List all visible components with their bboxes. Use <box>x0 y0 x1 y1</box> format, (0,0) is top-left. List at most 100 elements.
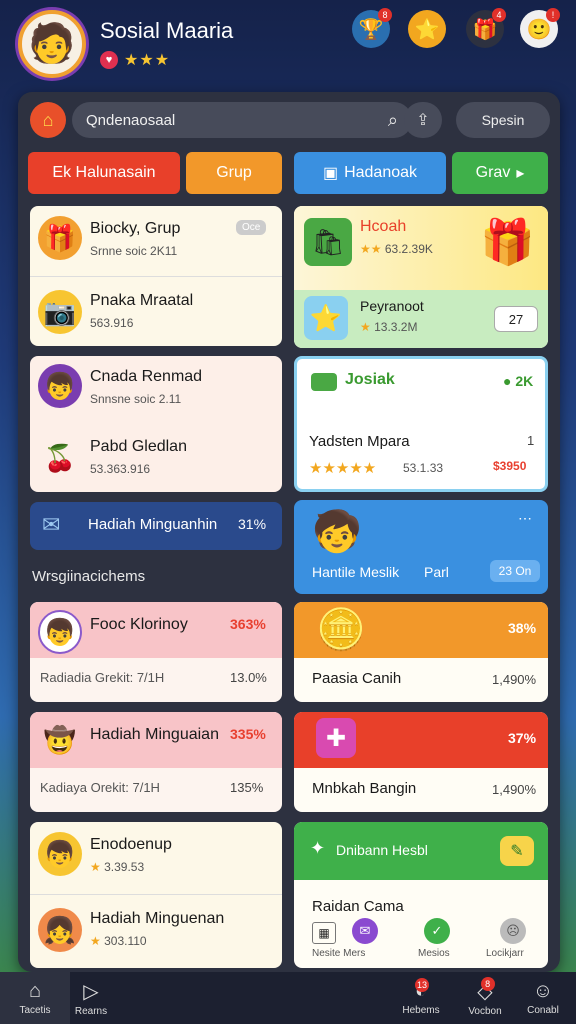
group-icon: ◐13 <box>415 978 430 1003</box>
card-subtitle: Parl <box>424 564 449 580</box>
mascot-card[interactable]: 🧒 ⋯ Hantile Meslik Parl 23 On <box>294 500 548 594</box>
notification-badge: 4 <box>492 8 506 22</box>
card-title: Peyranoot <box>360 298 424 314</box>
activity-card[interactable]: ✦ Dnibann Hesbl ✎ Raidan Cama ▦ ✉ ✓ ☹ Ne… <box>294 822 548 968</box>
home-icon[interactable]: ⌂ <box>30 102 66 138</box>
sparkle-icon: ✦ <box>310 838 326 858</box>
card-subtitle: ★ 13.3.2M <box>360 320 418 334</box>
card-title: Mnbkah Bangin <box>312 780 417 797</box>
ticket-icon <box>311 373 337 391</box>
rating-stars: ★★★ <box>124 52 171 69</box>
percentage: 38% <box>508 620 537 636</box>
notification-badge: 13 <box>415 978 430 992</box>
bottom-nav: ⌂ Tacetis ▷ Rearns ◐13 Hebems ◇8 Vocbon … <box>0 972 576 1024</box>
trophy-icon[interactable]: 🏆 8 <box>352 8 392 48</box>
rating-stars: ★★★★★ <box>309 460 377 477</box>
reward-card[interactable]: 🪙 38% Paasia Canih 1,490% <box>294 602 548 702</box>
divider <box>30 894 282 895</box>
card-value: 1 <box>527 433 535 448</box>
gold-icon: 🪙 <box>316 608 366 652</box>
notification-badge: ! <box>546 8 560 22</box>
card-title: Pnaka Mraatal <box>90 292 194 309</box>
card-subtitle: Srnne soic 2K11 <box>90 244 178 258</box>
treasure-chest-icon: 🎁 <box>480 218 535 267</box>
icon-label: Mesios <box>418 948 450 959</box>
tab-grup[interactable]: Grup <box>186 152 282 194</box>
search-icon[interactable]: ⌕ <box>388 110 398 131</box>
card-subtitle-text: 303.110 <box>104 934 147 948</box>
percentage: 37% <box>508 730 537 746</box>
check-icon[interactable]: ✓ <box>424 918 450 944</box>
bag-icon: ◇ 8 <box>477 977 495 1003</box>
tab-grav[interactable]: Grav ▸ <box>452 152 548 194</box>
cowboy-avatar: 🤠 <box>38 718 82 762</box>
leader-card[interactable]: 🤠 Hadiah Minguaian 335% Kadiaya Orekit: … <box>30 712 282 812</box>
cherry-icon: 🍒 <box>38 436 82 480</box>
group-card[interactable]: 🎁 Biocky, Grup Srnne soic 2K11 Oce 📷 Pna… <box>30 206 282 346</box>
weekly-gift-banner[interactable]: ✉ Hadiah Minguanhin 31% <box>30 502 282 550</box>
icon-label: Nesite Mers <box>312 948 366 959</box>
tab-hadanoak[interactable]: ▣ Hadanoak <box>294 152 446 194</box>
card-value: 1,490% <box>492 782 537 797</box>
banner-value: 31% <box>238 516 267 532</box>
gift-icon[interactable]: 🎁 4 <box>466 8 506 48</box>
reward-card[interactable]: ✚ 37% Mnbkah Bangin 1,490% <box>294 712 548 812</box>
card-value: 135% <box>230 780 264 795</box>
card-header-title: Dnibann Hesbl <box>336 842 428 858</box>
envelope-icon: ✉ <box>42 512 61 537</box>
card-title: Hadiah Minguaian <box>90 726 219 743</box>
nav-item-hebems[interactable]: ◐13 Hebems <box>386 972 456 1024</box>
star-icon: ⭐ <box>304 296 348 340</box>
item-card[interactable]: Josiak ● 2K Yadsten Mpara 1 ★★★★★ 53.1.3… <box>294 356 548 492</box>
card-subtitle-text: 63.2.39K <box>384 242 433 256</box>
tab-halunasain[interactable]: Ek Halunasain <box>28 152 180 194</box>
search-button[interactable]: Spesin <box>456 102 550 138</box>
more-icon[interactable]: ⋯ <box>518 510 532 527</box>
edit-icon[interactable]: ✎ <box>500 836 534 866</box>
chat-icon[interactable]: ✉ <box>352 918 378 944</box>
price-badge: $3950 <box>493 459 527 473</box>
profile-icon: ☺ <box>532 980 554 1002</box>
mascot-icon: 🧒 <box>312 510 362 554</box>
leader-card[interactable]: 👦 Fooc Klorinoy 363% Radiadia Grekit: 7/… <box>30 602 282 702</box>
card-title: Fooc Klorinoy <box>90 616 188 633</box>
gift-box-icon: 🎁 <box>38 216 82 260</box>
nav-label: Hebems <box>402 1005 440 1016</box>
profile-icon[interactable]: 🙂! <box>520 8 560 48</box>
play-icon: ▷ <box>83 981 99 1003</box>
card-title: Pabd Gledlan <box>90 438 187 455</box>
avatar: 👧 <box>38 908 82 952</box>
nav-label: Vocbon <box>468 1006 502 1017</box>
card-subtitle: 53.363.916 <box>90 462 151 476</box>
title-sub: ♥ ★★★ <box>100 50 170 70</box>
friend-card[interactable]: 👦 Cnada Renmad Snnsne soic 2.11 🍒 Pabd G… <box>30 356 282 492</box>
card-value: ● 2K <box>503 373 533 389</box>
card-title: Raidan Cama <box>312 898 404 915</box>
treasure-card[interactable]: 🛍 Hcoah ★★ 63.2.39K 🎁 ⭐ Peyranoot ★ 13.3… <box>294 206 548 348</box>
card-subtitle: ★ 303.110 <box>90 934 147 948</box>
notification-badge: 8 <box>480 977 495 991</box>
count-badge: 27 <box>494 306 538 332</box>
top-bar: 🧑 Sosial Maaria ♥ ★★★ 🏆 8 ⭐ 🎁 4 🙂! <box>0 0 576 90</box>
share-icon[interactable]: ⇪ <box>404 102 442 138</box>
card-subtitle: Kadiaya Orekit: 7/1H <box>40 780 160 795</box>
card-title: Paasia Canih <box>312 670 402 687</box>
card-subtitle: Radiadia Grekit: 7/1H <box>40 670 165 685</box>
card-subtitle: Snnsne soic 2.11 <box>90 392 182 406</box>
card-subtitle-text: 3.39.53 <box>104 860 145 874</box>
nav-item-conabl[interactable]: ☺ Conabl <box>508 972 576 1024</box>
avatar: 👦 <box>38 832 82 876</box>
card-subtitle-text: 13.3.2M <box>374 320 418 334</box>
star-icon[interactable]: ⭐ <box>408 10 446 48</box>
calendar-icon[interactable]: ▦ <box>312 922 336 944</box>
group-card[interactable]: 👦 Enodoenup ★ 3.39.53 👧 Hadiah Minguenan… <box>30 822 282 968</box>
search-bar[interactable]: ⌕ <box>72 102 412 138</box>
heart-icon: ♥ <box>100 51 118 69</box>
nav-item-rearns[interactable]: ▷ Rearns <box>56 972 126 1024</box>
face-icon[interactable]: ☹ <box>500 918 526 944</box>
search-input[interactable] <box>86 111 346 129</box>
avatar: 👦 <box>38 610 82 654</box>
user-avatar[interactable]: 🧑 <box>18 10 86 78</box>
camera-icon: 📷 <box>38 290 82 334</box>
window-icon: ▣ <box>322 165 339 182</box>
